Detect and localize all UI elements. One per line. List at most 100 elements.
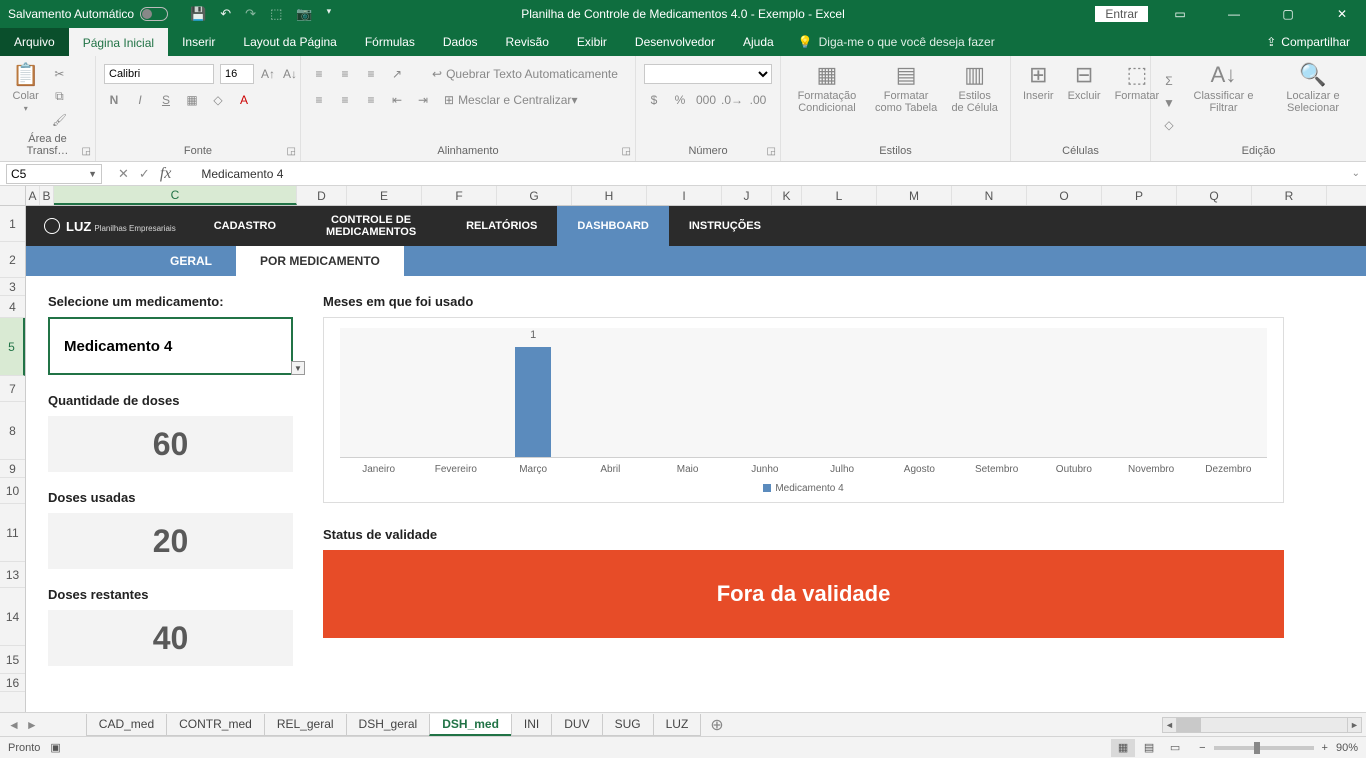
nav-relatorios[interactable]: RELATÓRIOS [446,206,557,246]
tab-dados[interactable]: Dados [429,28,492,56]
clipboard-launcher-icon[interactable]: ◲ [82,146,91,157]
formula-input[interactable]: Medicamento 4 [201,167,283,181]
tab-revisao[interactable]: Revisão [492,28,563,56]
wrap-text-button[interactable]: ↩ Quebrar Texto Automaticamente [427,64,623,84]
name-box-dropdown-icon[interactable]: ▼ [88,169,97,179]
col-header-P[interactable]: P [1102,186,1177,205]
view-normal-icon[interactable]: ▦ [1111,739,1135,757]
ribbon-display-icon[interactable]: ▭ [1158,0,1202,28]
col-header-R[interactable]: R [1252,186,1327,205]
zoom-slider[interactable] [1214,746,1314,750]
name-box[interactable]: C5 ▼ [6,164,102,184]
sort-filter-button[interactable]: A↓Classificar e Filtrar [1185,60,1262,145]
accept-formula-icon[interactable]: ✓ [139,166,150,182]
zoom-value[interactable]: 90% [1336,742,1358,754]
row-header-13[interactable]: 13 [0,562,25,588]
alignment-launcher-icon[interactable]: ◲ [622,146,631,157]
col-header-C[interactable]: C [54,186,297,205]
nav-dashboard[interactable]: DASHBOARD [557,206,669,246]
sheet-tab-INI[interactable]: INI [511,714,552,736]
cancel-formula-icon[interactable]: ✕ [118,166,129,182]
tab-desenvolvedor[interactable]: Desenvolvedor [621,28,729,56]
col-header-O[interactable]: O [1027,186,1102,205]
row-header-15[interactable]: 15 [0,646,25,674]
decrease-font-icon[interactable]: A↓ [282,64,298,84]
tab-ajuda[interactable]: Ajuda [729,28,788,56]
col-header-N[interactable]: N [952,186,1027,205]
zoom-out-button[interactable]: − [1199,742,1205,754]
thousands-icon[interactable]: 000 [696,90,716,110]
font-color-icon[interactable]: A [234,90,254,110]
col-header-Q[interactable]: Q [1177,186,1252,205]
delete-cells-button[interactable]: ⊟Excluir [1064,60,1105,145]
close-button[interactable]: ✕ [1320,0,1364,28]
row-header-3[interactable]: 3 [0,278,25,296]
medication-select[interactable]: Medicamento 4 ▼ [48,317,293,375]
number-format-select[interactable] [644,64,772,84]
number-launcher-icon[interactable]: ◲ [767,146,776,157]
minimize-button[interactable]: — [1212,0,1256,28]
percent-icon[interactable]: % [670,90,690,110]
col-header-H[interactable]: H [572,186,647,205]
sheet-tab-CAD_med[interactable]: CAD_med [86,714,167,736]
tab-pagina-inicial[interactable]: Página Inicial [69,28,168,56]
sheet-nav-prev-icon[interactable]: ◄ [8,718,20,732]
decrease-decimal-icon[interactable]: .00 [748,90,768,110]
font-size-input[interactable] [220,64,254,84]
row-header-10[interactable]: 10 [0,478,25,504]
tab-formulas[interactable]: Fórmulas [351,28,429,56]
tab-arquivo[interactable]: Arquivo [0,28,69,56]
align-middle-icon[interactable]: ≡ [335,64,355,84]
dropdown-arrow-icon[interactable]: ▼ [291,361,305,375]
row-header-9[interactable]: 9 [0,460,25,478]
nav-cadastro[interactable]: CADASTRO [194,206,296,246]
hscroll-left-icon[interactable]: ◄ [1163,718,1177,732]
cell-styles-button[interactable]: ▥Estilos de Célula [947,60,1002,145]
col-header-K[interactable]: K [772,186,802,205]
col-header-G[interactable]: G [497,186,572,205]
col-header-L[interactable]: L [802,186,877,205]
sheet-tab-SUG[interactable]: SUG [602,714,654,736]
merge-center-button[interactable]: ⊞ Mesclar e Centralizar ▾ [439,90,582,110]
clear-icon[interactable]: ◇ [1159,115,1179,135]
hscroll-thumb[interactable] [1177,718,1201,732]
qat-dropdown-icon[interactable]: ▾ [327,6,332,22]
indent-increase-icon[interactable]: ⇥ [413,90,433,110]
insert-cells-button[interactable]: ⊞Inserir [1019,60,1058,145]
col-header-I[interactable]: I [647,186,722,205]
orientation-icon[interactable]: ↗ [387,64,407,84]
sheet-tab-CONTR_med[interactable]: CONTR_med [166,714,265,736]
row-header-14[interactable]: 14 [0,588,25,646]
tell-me-search[interactable]: 💡 Diga-me o que você deseja fazer [798,28,995,56]
nav-controle[interactable]: CONTROLE DE MEDICAMENTOS [296,206,446,246]
conditional-format-button[interactable]: ▦Formatação Condicional [789,60,865,145]
cut-icon[interactable]: ✂ [49,64,69,84]
col-header-D[interactable]: D [297,186,347,205]
tab-inserir[interactable]: Inserir [168,28,229,56]
select-all-corner[interactable] [0,186,26,205]
fill-icon[interactable]: ▼ [1159,93,1179,113]
maximize-button[interactable]: ▢ [1266,0,1310,28]
row-header-7[interactable]: 7 [0,376,25,402]
copy-icon[interactable]: ⧉ [49,87,69,107]
paste-button[interactable]: 📋 Colar ▾ [8,60,43,133]
subnav-geral[interactable]: GERAL [146,246,236,276]
increase-decimal-icon[interactable]: .0→ [722,90,742,110]
redo-icon[interactable]: ↷ [245,6,256,22]
share-button[interactable]: ⇪ Compartilhar [1266,28,1366,56]
format-table-button[interactable]: ▤Formatar como Tabela [871,60,942,145]
col-header-B[interactable]: B [40,186,54,205]
align-center-icon[interactable]: ≡ [335,90,355,110]
col-header-F[interactable]: F [422,186,497,205]
subnav-por-medicamento[interactable]: POR MEDICAMENTO [236,246,404,276]
col-header-J[interactable]: J [722,186,772,205]
col-header-A[interactable]: A [26,186,40,205]
row-header-1[interactable]: 1 [0,206,25,242]
fx-icon[interactable]: fx [160,165,172,183]
add-sheet-button[interactable]: ⊕ [700,715,733,735]
signin-button[interactable]: Entrar [1095,6,1148,22]
touch-mode-icon[interactable]: ⬚ [270,6,282,22]
font-launcher-icon[interactable]: ◲ [287,146,296,157]
align-left-icon[interactable]: ≡ [309,90,329,110]
tab-layout[interactable]: Layout da Página [229,28,350,56]
